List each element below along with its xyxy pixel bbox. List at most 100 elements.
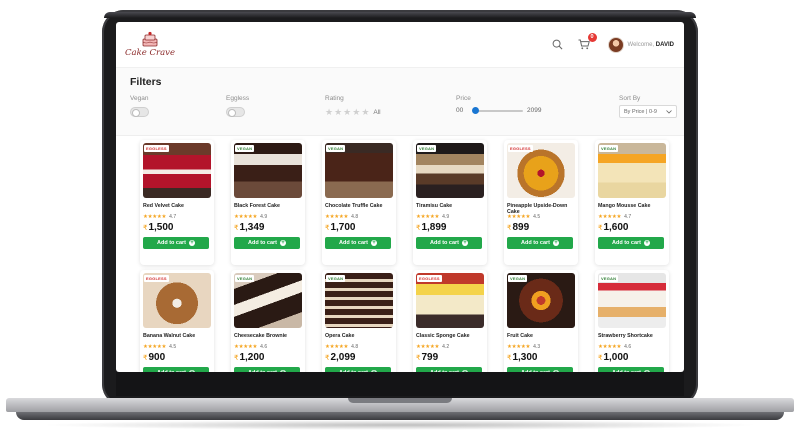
product-card[interactable]: VEGAN Black Forest Cake ★★★★★ 4.9 ₹1,349 Add …	[231, 140, 305, 265]
vegan-toggle[interactable]	[130, 107, 149, 117]
diet-badge: EGGLESS	[144, 275, 169, 282]
product-image[interactable]: VEGAN	[598, 273, 666, 328]
product-card[interactable]: VEGANCheesecake Brownie★★★★★4.6₹1,200Add…	[231, 270, 305, 372]
add-to-cart-button[interactable]: Add to cart+	[507, 237, 573, 249]
laptop-bezel-highlight	[104, 12, 696, 18]
product-rating: ★★★★★ 4.5	[507, 214, 575, 220]
product-image[interactable]: VEGAN	[325, 143, 393, 198]
product-card[interactable]: EGGLESS Red Velvet Cake ★★★★★ 4.7 ₹1,500 Add …	[140, 140, 214, 265]
rating-value: 4.8	[351, 214, 359, 220]
rating-stars: ★★★★★	[325, 214, 349, 220]
rating-stars: ★★★★★	[143, 214, 167, 220]
product-rating: ★★★★★ 4.7	[598, 214, 666, 220]
add-to-cart-button[interactable]: Add to cart+	[325, 237, 391, 249]
product-card[interactable]: VEGANStrawberry Shortcake★★★★★4.6₹1,000A…	[595, 270, 669, 372]
currency-symbol: ₹	[507, 224, 512, 232]
diet-badge: EGGLESS	[144, 145, 169, 152]
currency-symbol: ₹	[416, 354, 421, 362]
product-card[interactable]: VEGAN Mango Mousse Cake ★★★★★ 4.7 ₹1,600 Add …	[595, 140, 669, 265]
add-to-cart-button[interactable]: Add to cart+	[143, 367, 209, 372]
rating-stars: ★★★★★	[598, 214, 622, 220]
price-value: 900	[148, 352, 166, 363]
add-to-cart-button[interactable]: Add to cart+	[325, 367, 391, 372]
currency-symbol: ₹	[234, 354, 239, 362]
currency-symbol: ₹	[507, 354, 512, 362]
product-image[interactable]: EGGLESS	[507, 143, 575, 198]
plus-icon: +	[462, 240, 469, 246]
star-icon[interactable]: ★	[361, 108, 369, 117]
star-icon[interactable]: ★	[325, 108, 333, 117]
filters-panel: Filters Vegan Eggless Rating ★ ★ ★ ★ ★ A…	[116, 68, 684, 136]
cake-logo-icon	[142, 31, 158, 47]
user-menu[interactable]: Welcome, DAVID	[607, 36, 674, 53]
laptop-base-notch	[348, 398, 452, 403]
add-to-cart-button[interactable]: Add to cart+	[234, 237, 300, 249]
add-to-cart-button[interactable]: Add to cart+	[416, 237, 482, 249]
add-to-cart-label: Add to cart	[520, 240, 551, 246]
product-price: ₹2,099	[325, 352, 393, 363]
product-image[interactable]: VEGAN	[416, 143, 484, 198]
add-to-cart-button[interactable]: Add to cart+	[143, 237, 209, 249]
rating-value: 4.6	[624, 344, 632, 350]
rating-all-option[interactable]: All	[373, 109, 380, 116]
vegan-label: Vegan	[130, 95, 149, 102]
add-to-cart-button[interactable]: Add to cart+	[598, 367, 664, 372]
cart-button[interactable]: 0	[576, 32, 597, 53]
plus-icon: +	[462, 370, 469, 372]
product-image[interactable]: VEGAN	[598, 143, 666, 198]
product-card[interactable]: EGGLESS Pineapple Upside-Down Cake ★★★★★ 4.…	[504, 140, 578, 265]
product-card[interactable]: EGGLESSClassic Sponge Cake★★★★★4.2₹799Ad…	[413, 270, 487, 372]
rating-stars: ★★★★★	[598, 344, 622, 350]
product-price: ₹1,200	[234, 352, 302, 363]
product-card[interactable]: VEGAN Tiramisu Cake ★★★★★ 4.9 ₹1,899 Add to c…	[413, 140, 487, 265]
star-icon[interactable]: ★	[334, 108, 342, 117]
add-to-cart-label: Add to cart	[247, 240, 278, 246]
product-image[interactable]: VEGAN	[234, 273, 302, 328]
logo[interactable]: Cake Crave	[125, 31, 175, 58]
add-to-cart-button[interactable]: Add to cart+	[234, 367, 300, 372]
sort-selected-value: By Price | 0-9	[624, 108, 657, 115]
product-image[interactable]: VEGAN	[507, 273, 575, 328]
product-card[interactable]: VEGANOpera Cake★★★★★4.8₹2,099Add to cart…	[322, 270, 396, 372]
product-image[interactable]: EGGLESS	[143, 143, 211, 198]
product-card[interactable]: EGGLESSBanana Walnut Cake★★★★★4.5₹900Add…	[140, 270, 214, 372]
product-image[interactable]: VEGAN	[325, 273, 393, 328]
star-icon[interactable]: ★	[343, 108, 351, 117]
product-price: ₹1,600	[598, 222, 666, 233]
rating-stars: ★★★★★	[325, 344, 349, 350]
add-to-cart-button[interactable]: Add to cart+	[507, 367, 573, 372]
plus-icon: +	[280, 240, 287, 246]
app-screen: Cake Crave 0 Welcome, DAVID Filters Vega…	[116, 22, 684, 372]
price-slider-handle[interactable]	[472, 107, 479, 114]
diet-badge: VEGAN	[508, 275, 528, 282]
add-to-cart-button[interactable]: Add to cart+	[598, 237, 664, 249]
product-card[interactable]: VEGANFruit Cake★★★★★4.3₹1,300Add to cart…	[504, 270, 578, 372]
plus-icon: +	[189, 240, 196, 246]
plus-icon: +	[189, 370, 196, 372]
sort-dropdown[interactable]: By Price | 0-9	[619, 105, 677, 118]
plus-icon: +	[280, 370, 287, 372]
rating-label: Rating	[325, 95, 344, 102]
currency-symbol: ₹	[143, 354, 148, 362]
eggless-toggle[interactable]	[226, 107, 245, 117]
rating-value: 4.6	[260, 344, 268, 350]
laptop-base-bottom	[16, 412, 784, 420]
sort-label: Sort By	[619, 95, 641, 102]
product-rating: ★★★★★ 4.2	[416, 344, 484, 350]
product-image[interactable]: EGGLESS	[143, 273, 211, 328]
search-button[interactable]	[550, 37, 566, 53]
price-slider-track[interactable]	[473, 110, 523, 112]
product-card[interactable]: VEGAN Chocolate Truffle Cake ★★★★★ 4.8 ₹1,70…	[322, 140, 396, 265]
product-image[interactable]: VEGAN	[234, 143, 302, 198]
rating-value: 4.5	[169, 344, 177, 350]
add-to-cart-button[interactable]: Add to cart+	[416, 367, 482, 372]
star-icon[interactable]: ★	[352, 108, 360, 117]
avatar	[607, 36, 624, 53]
price-label: Price	[456, 95, 471, 102]
add-to-cart-label: Add to cart	[611, 240, 642, 246]
plus-icon: +	[644, 370, 651, 372]
add-to-cart-label: Add to cart	[248, 370, 277, 372]
rating-filter[interactable]: ★ ★ ★ ★ ★ All	[325, 108, 381, 117]
product-rating: ★★★★★ 4.6	[598, 344, 666, 350]
product-image[interactable]: EGGLESS	[416, 273, 484, 328]
